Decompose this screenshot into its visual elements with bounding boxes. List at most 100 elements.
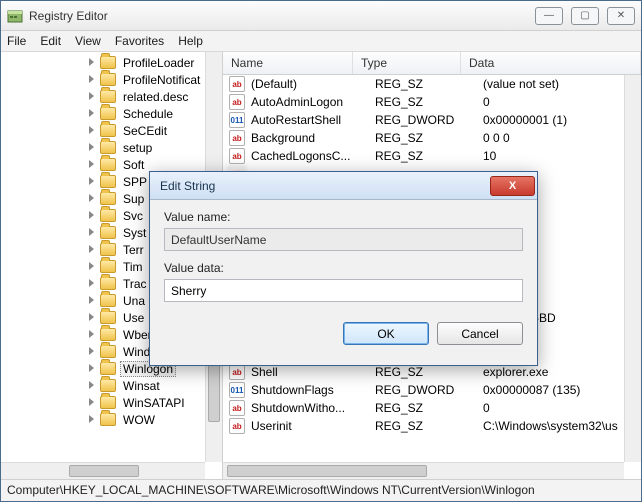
expand-icon[interactable] xyxy=(87,380,98,391)
menu-help[interactable]: Help xyxy=(178,34,203,48)
folder-icon xyxy=(100,56,116,69)
value-row[interactable]: abCachedLogonsC...REG_SZ10 xyxy=(223,147,641,165)
folder-icon xyxy=(100,226,116,239)
dialog-title: Edit String xyxy=(160,179,490,193)
menu-edit[interactable]: Edit xyxy=(40,34,61,48)
column-type[interactable]: Type xyxy=(353,52,461,74)
expand-icon[interactable] xyxy=(87,312,98,323)
value-row[interactable]: abShutdownWitho...REG_SZ0 xyxy=(223,399,641,417)
expand-icon[interactable] xyxy=(87,57,98,68)
binary-value-icon: 011 xyxy=(229,112,245,128)
string-value-icon: ab xyxy=(229,400,245,416)
folder-icon xyxy=(100,311,116,324)
tree-item-label: Trac xyxy=(120,277,150,291)
tree-item-label: Sup xyxy=(120,192,147,206)
folder-icon xyxy=(100,175,116,188)
value-row[interactable]: abUserinitREG_SZC:\Windows\system32\us xyxy=(223,417,641,435)
expand-icon[interactable] xyxy=(87,278,98,289)
value-name: AutoAdminLogon xyxy=(251,95,375,109)
folder-icon xyxy=(100,345,116,358)
close-button[interactable]: ✕ xyxy=(607,7,635,25)
value-name: Shell xyxy=(251,365,375,379)
tree-item[interactable]: Winsat xyxy=(7,377,222,394)
folder-icon xyxy=(100,209,116,222)
value-name: Userinit xyxy=(251,419,375,433)
dialog-title-bar[interactable]: Edit String X xyxy=(150,172,537,200)
expand-icon[interactable] xyxy=(87,295,98,306)
folder-icon xyxy=(100,277,116,290)
expand-icon[interactable] xyxy=(87,397,98,408)
value-data-label: Value data: xyxy=(164,261,523,275)
tree-item-label: Winsat xyxy=(120,379,163,393)
expand-icon[interactable] xyxy=(87,363,98,374)
value-row[interactable]: ab(Default)REG_SZ(value not set) xyxy=(223,75,641,93)
ok-button[interactable]: OK xyxy=(343,322,429,345)
expand-icon[interactable] xyxy=(87,210,98,221)
tree-item[interactable]: Schedule xyxy=(7,105,222,122)
expand-icon[interactable] xyxy=(87,414,98,425)
tree-item-label: related.desc xyxy=(120,90,191,104)
value-row[interactable]: 011ShutdownFlagsREG_DWORD0x00000087 (135… xyxy=(223,381,641,399)
tree-horizontal-scrollbar[interactable] xyxy=(1,462,205,479)
tree-item[interactable]: WOW xyxy=(7,411,222,428)
value-data-field[interactable] xyxy=(164,279,523,302)
folder-icon xyxy=(100,396,116,409)
expand-icon[interactable] xyxy=(87,244,98,255)
tree-item-label: WinSATAPI xyxy=(120,396,188,410)
tree-item-label: WOW xyxy=(120,413,158,427)
value-row[interactable]: abBackgroundREG_SZ0 0 0 xyxy=(223,129,641,147)
expand-icon[interactable] xyxy=(87,227,98,238)
value-row[interactable]: 011AutoRestartShellREG_DWORD0x00000001 (… xyxy=(223,111,641,129)
tree-item[interactable]: setup xyxy=(7,139,222,156)
minimize-button[interactable]: — xyxy=(535,7,563,25)
list-vertical-scrollbar[interactable] xyxy=(624,75,641,462)
value-data: 0 xyxy=(483,95,641,109)
column-data[interactable]: Data xyxy=(461,52,641,74)
tree-item-label: Terr xyxy=(120,243,147,257)
menu-file[interactable]: File xyxy=(7,34,26,48)
value-name: Background xyxy=(251,131,375,145)
value-data: (value not set) xyxy=(483,77,641,91)
values-header: Name Type Data xyxy=(223,52,641,75)
binary-value-icon: 011 xyxy=(229,382,245,398)
expand-icon[interactable] xyxy=(87,176,98,187)
value-type: REG_SZ xyxy=(375,365,483,379)
menu-favorites[interactable]: Favorites xyxy=(115,34,164,48)
tree-item[interactable]: WinSATAPI xyxy=(7,394,222,411)
expand-icon[interactable] xyxy=(87,142,98,153)
value-row[interactable]: abAutoAdminLogonREG_SZ0 xyxy=(223,93,641,111)
expand-icon[interactable] xyxy=(87,74,98,85)
value-data: 0x00000087 (135) xyxy=(483,383,641,397)
expand-icon[interactable] xyxy=(87,125,98,136)
tree-item-label: ProfileLoader xyxy=(120,56,197,70)
expand-icon[interactable] xyxy=(87,193,98,204)
menu-view[interactable]: View xyxy=(75,34,101,48)
expand-icon[interactable] xyxy=(87,108,98,119)
expand-icon[interactable] xyxy=(87,91,98,102)
value-data: 0 0 0 xyxy=(483,131,641,145)
expand-icon[interactable] xyxy=(87,261,98,272)
string-value-icon: ab xyxy=(229,76,245,92)
app-icon xyxy=(7,8,23,24)
tree-item[interactable]: related.desc xyxy=(7,88,222,105)
maximize-button[interactable]: ▢ xyxy=(571,7,599,25)
folder-icon xyxy=(100,243,116,256)
dialog-close-button[interactable]: X xyxy=(490,176,535,196)
column-name[interactable]: Name xyxy=(223,52,353,74)
list-horizontal-scrollbar[interactable] xyxy=(223,462,624,479)
tree-item[interactable]: ProfileNotificat xyxy=(7,71,222,88)
tree-item-label: SPP xyxy=(120,175,150,189)
expand-icon[interactable] xyxy=(87,329,98,340)
expand-icon[interactable] xyxy=(87,346,98,357)
folder-icon xyxy=(100,294,116,307)
tree-item[interactable]: ProfileLoader xyxy=(7,54,222,71)
tree-item-label: Schedule xyxy=(120,107,176,121)
folder-icon xyxy=(100,158,116,171)
value-name: CachedLogonsC... xyxy=(251,149,375,163)
value-name: AutoRestartShell xyxy=(251,113,375,127)
cancel-button[interactable]: Cancel xyxy=(437,322,523,345)
folder-icon xyxy=(100,328,116,341)
expand-icon[interactable] xyxy=(87,159,98,170)
string-value-icon: ab xyxy=(229,130,245,146)
tree-item[interactable]: SeCEdit xyxy=(7,122,222,139)
